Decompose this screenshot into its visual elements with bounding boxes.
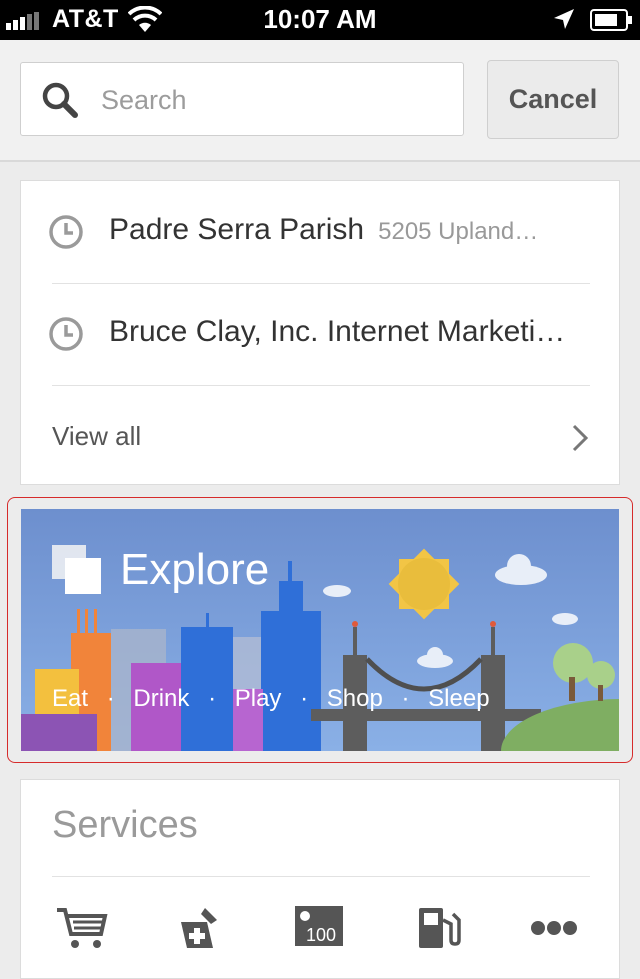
recent-item-name: Padre Serra Parish [109, 213, 365, 246]
separator-dot: · [208, 685, 217, 712]
explore-banner[interactable]: Explore Eat · Drink · Play · Shop · Slee… [21, 509, 619, 751]
explore-title: Explore [120, 545, 270, 594]
explore-tag-eat[interactable]: Eat [52, 685, 88, 712]
separator-dot: · [300, 685, 309, 712]
atm-icon[interactable]: 100 [295, 906, 343, 946]
explore-tag-play[interactable]: Play [235, 685, 282, 712]
search-input[interactable] [99, 77, 443, 123]
search-header: Cancel [0, 40, 640, 162]
status-bar: AT&T 10:07 AM [0, 0, 640, 40]
recent-item-name: Bruce Clay, Inc. Internet Marketi… [109, 315, 566, 348]
location-arrow-icon [554, 9, 574, 29]
search-icon [42, 82, 78, 118]
history-clock-icon [49, 215, 83, 249]
view-all-label: View all [52, 421, 142, 451]
clock-time: 10:07 AM [263, 4, 377, 34]
cancel-button[interactable]: Cancel [487, 60, 619, 139]
services-heading: Services [52, 804, 198, 846]
battery-icon [590, 9, 632, 31]
shopping-cart-icon[interactable] [55, 906, 109, 950]
chevron-right-icon [572, 424, 589, 452]
cloud-icon [323, 554, 578, 668]
explore-categories: Eat · Drink · Play · Shop · Sleep [52, 685, 490, 713]
history-clock-icon [49, 317, 83, 351]
explore-logo-icon [52, 545, 101, 594]
explore-tag-sleep[interactable]: Sleep [428, 685, 489, 712]
explore-tag-drink[interactable]: Drink [133, 685, 189, 712]
more-icon[interactable] [531, 920, 577, 936]
recent-item-bruce-clay[interactable]: Bruce Clay, Inc. Internet Marketi… [21, 283, 621, 385]
svg-text:100: 100 [306, 925, 336, 945]
divider [52, 876, 590, 877]
recent-item-padre-serra-parish[interactable]: Padre Serra Parish 5205 Upland… [21, 181, 621, 283]
separator-dot: · [401, 685, 410, 712]
view-all-button[interactable]: View all [21, 385, 621, 485]
services-card: Services 100 [20, 779, 620, 979]
gas-station-icon[interactable] [417, 906, 461, 950]
separator-dot: · [106, 685, 115, 712]
recent-item-address: 5205 Upland… [378, 218, 539, 245]
search-box[interactable] [20, 62, 464, 136]
sun-icon [388, 548, 460, 620]
recent-searches-card: Padre Serra Parish 5205 Upland… Bruce Cla… [20, 180, 620, 485]
pharmacy-icon[interactable] [177, 906, 223, 950]
city-skyline-illustration [21, 545, 619, 751]
explore-tag-shop[interactable]: Shop [327, 685, 383, 712]
